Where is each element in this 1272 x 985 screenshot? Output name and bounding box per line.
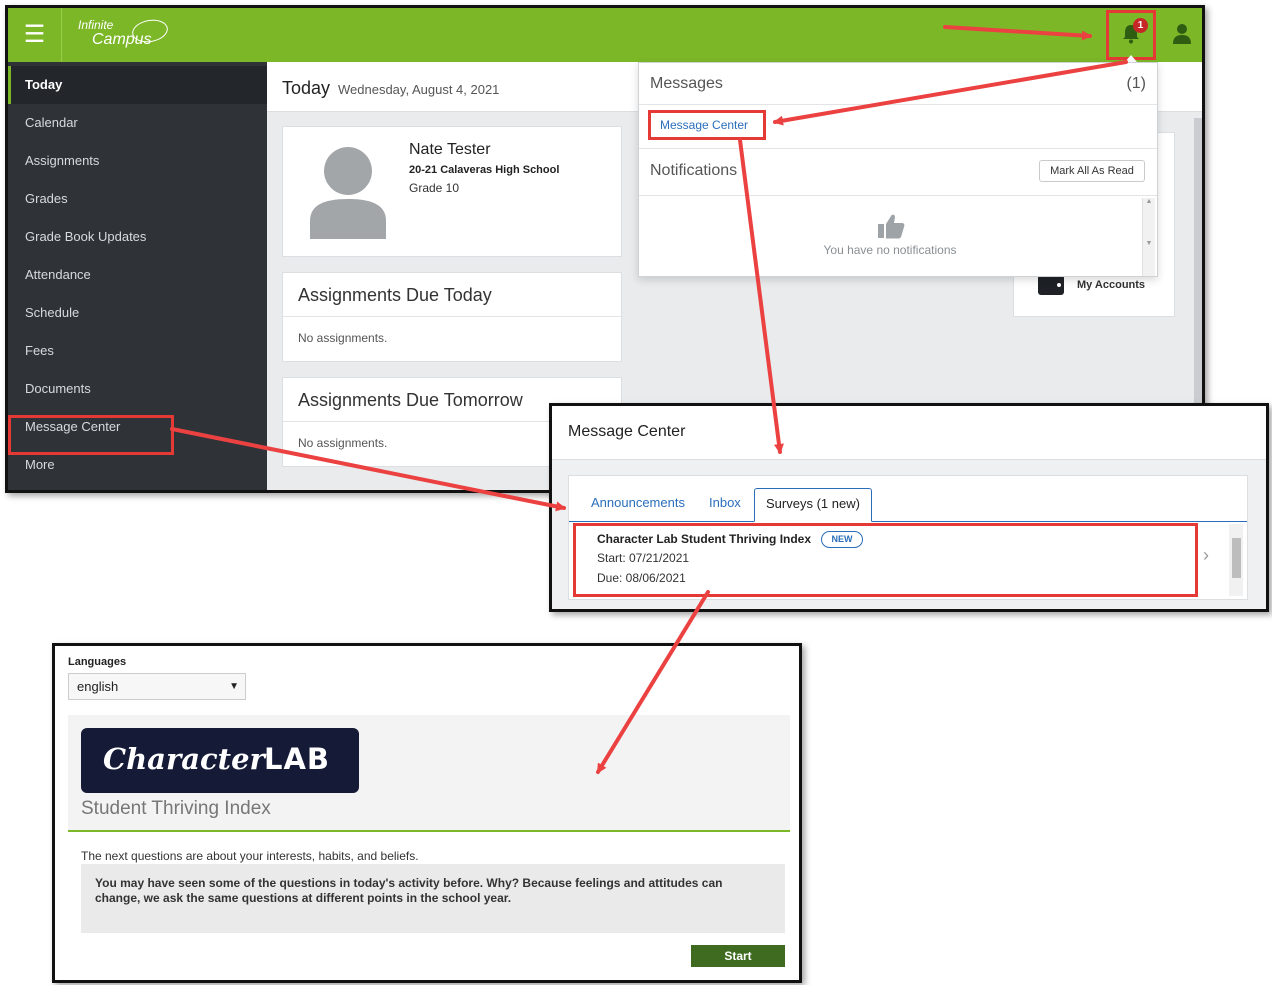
start-button[interactable]: Start: [691, 945, 785, 967]
divider: [639, 195, 1157, 196]
language-select[interactable]: english ▼: [68, 673, 246, 700]
message-center-link-highlight: Message Center: [648, 110, 766, 140]
message-center-header: Message Center: [552, 406, 1266, 460]
sidebar-item-schedule[interactable]: Schedule: [8, 294, 267, 332]
notifications-scrollbar[interactable]: ▲ ▼: [1142, 198, 1155, 276]
my-accounts-link[interactable]: My Accounts: [1077, 279, 1145, 291]
survey-subtitle: Student Thriving Index: [81, 798, 271, 819]
assignments-tomorrow-empty: No assignments.: [298, 436, 388, 450]
sidebar-item-assignments[interactable]: Assignments: [8, 142, 267, 180]
sidebar-item-attendance[interactable]: Attendance: [8, 256, 267, 294]
tab-underline: [569, 521, 1247, 522]
assignments-today-title: Assignments Due Today: [283, 273, 621, 317]
message-center-highlight: [8, 415, 174, 455]
message-center-card: Announcements Inbox Surveys (1 new) Char…: [568, 475, 1248, 600]
mark-all-read-button[interactable]: Mark All As Read: [1039, 160, 1145, 182]
sidebar-item-grades[interactable]: Grades: [8, 180, 267, 218]
survey-notice: You may have seen some of the questions …: [81, 864, 785, 933]
page-date: Wednesday, August 4, 2021: [338, 82, 500, 97]
tab-inbox[interactable]: Inbox: [709, 495, 741, 510]
sidebar-item-today[interactable]: Today: [8, 66, 267, 104]
logo-word-lab: LAB: [264, 742, 331, 776]
tab-announcements[interactable]: Announcements: [591, 495, 685, 510]
user-icon[interactable]: [1172, 23, 1192, 45]
message-center-screenshot: Message Center Announcements Inbox Surve…: [549, 403, 1269, 612]
divider: [639, 148, 1157, 149]
language-value: english: [77, 679, 119, 694]
page-title: Today: [282, 78, 331, 98]
chevron-right-icon[interactable]: ›: [1203, 545, 1209, 566]
tab-surveys[interactable]: Surveys (1 new): [754, 488, 872, 522]
survey-due-date: Due: 08/06/2021: [597, 571, 686, 585]
sidebar-item-calendar[interactable]: Calendar: [8, 104, 267, 142]
sidebar-item-documents[interactable]: Documents: [8, 370, 267, 408]
student-grade: Grade 10: [409, 181, 460, 195]
notifications-label: Notifications: [650, 162, 738, 179]
student-school: 20-21 Calaveras High School: [409, 164, 560, 176]
survey-start-date: Start: 07/21/2021: [597, 551, 690, 565]
survey-header-band: Character LAB Student Thriving Index: [68, 715, 790, 832]
survey-intro-text: The next questions are about your intere…: [81, 849, 419, 863]
survey-title[interactable]: Character Lab Student Thriving Index: [597, 532, 811, 546]
assignments-today-empty: No assignments.: [298, 331, 388, 345]
wallet-icon: [1038, 275, 1064, 295]
messages-count: (1): [1126, 75, 1146, 92]
student-name: Nate Tester: [409, 141, 491, 158]
survey-list-scrollbar[interactable]: [1229, 524, 1243, 596]
message-center-title: Message Center: [568, 423, 686, 440]
dropdown-caret: [1125, 55, 1137, 62]
logo-word-character: Character: [103, 742, 265, 776]
character-lab-logo: Character LAB: [81, 728, 359, 793]
thumbs-up-icon: [878, 214, 905, 239]
caret-down-icon: ▼: [229, 681, 239, 692]
message-center-link[interactable]: Message Center: [660, 118, 748, 132]
notifications-dropdown: Messages (1) Message Center Notification…: [638, 62, 1158, 277]
notification-count-badge: 1: [1133, 18, 1148, 33]
no-notifications-text: You have no notifications: [823, 243, 957, 257]
sidebar-item-fees[interactable]: Fees: [8, 332, 267, 370]
new-badge: NEW: [821, 531, 863, 548]
languages-label: Languages: [68, 656, 127, 668]
top-bar: ☰ Infinite Campus 1: [8, 8, 1202, 62]
sidebar-item-grade-book-updates[interactable]: Grade Book Updates: [8, 218, 267, 256]
messages-label: Messages: [650, 75, 723, 92]
menu-icon[interactable]: ☰: [8, 8, 62, 62]
divider: [639, 104, 1157, 105]
assignments-due-today-card: Assignments Due Today No assignments.: [282, 272, 622, 362]
green-divider: [68, 830, 790, 832]
survey-screenshot: Languages english ▼ Character LAB Studen…: [52, 643, 802, 983]
avatar-icon: [310, 147, 386, 239]
student-profile-card: Nate Tester 20-21 Calaveras High School …: [282, 126, 622, 257]
notifications-bell-button[interactable]: 1: [1106, 10, 1156, 60]
